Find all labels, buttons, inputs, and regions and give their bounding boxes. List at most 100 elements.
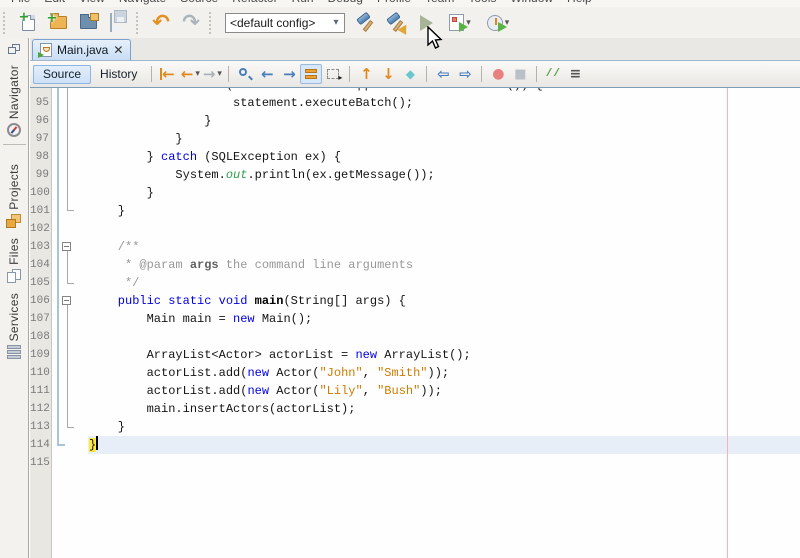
comment-button[interactable]: // <box>542 64 564 84</box>
sidebar-item-files[interactable]: Files <box>7 238 22 284</box>
code-line[interactable]: 105 */ <box>30 274 800 292</box>
start-macro-recording-button[interactable]: ● <box>487 64 509 84</box>
history-view-button[interactable]: History <box>91 65 146 84</box>
previous-bookmark-button[interactable]: ↑ <box>355 64 377 84</box>
find-next-button[interactable]: → <box>278 64 300 84</box>
stop-icon: ■ <box>514 67 526 82</box>
code-line[interactable]: 114} <box>30 436 800 454</box>
sidebar-item-services[interactable]: Services <box>7 293 21 359</box>
code-line[interactable]: 111 actorList.add(new Actor("Lily", "Bus… <box>30 382 800 400</box>
find-selection-button[interactable] <box>234 64 256 84</box>
new-project-button[interactable]: + <box>44 10 72 36</box>
build-project-button[interactable] <box>352 10 380 36</box>
shift-line-right-button[interactable]: ⇨︎ <box>454 64 476 84</box>
code-text: actorList.add(new Actor("Lily", "Bush"))… <box>89 382 800 400</box>
new-file-button[interactable]: + <box>14 10 42 36</box>
menu-bar-clipped[interactable]: FileEditViewNavigateSourceRefactorRunDeb… <box>0 0 800 7</box>
find-previous-button[interactable]: ← <box>256 64 278 84</box>
forward-arrow-icon: → <box>203 67 216 82</box>
toggle-bookmark-button[interactable]: ◆ <box>399 64 421 84</box>
clean-build-button[interactable] <box>382 10 410 36</box>
code-line[interactable]: 115 <box>30 454 800 472</box>
fold-collapse-icon[interactable]: − <box>62 296 71 305</box>
java-file-icon <box>40 43 52 57</box>
text-caret <box>96 436 98 450</box>
line-number: 109 <box>30 346 53 364</box>
profile-icon <box>487 15 503 31</box>
profile-project-button[interactable]: ▾ <box>480 10 516 36</box>
code-line[interactable]: 97 } <box>30 130 800 148</box>
code-text: /** <box>89 238 800 256</box>
sidebar-item-navigator[interactable]: Navigator <box>7 65 21 137</box>
config-combobox-value: <default config> <box>226 16 328 30</box>
code-line[interactable]: 101 } <box>30 202 800 220</box>
find-next-icon: → <box>283 67 296 82</box>
redo-button[interactable]: ↷ <box>177 10 205 36</box>
dock-window-icon[interactable] <box>8 151 20 162</box>
sidebar-item-label: Projects <box>7 164 21 210</box>
toolbar-grip[interactable] <box>3 12 8 34</box>
uncomment-button[interactable]: ≡ <box>564 64 586 84</box>
debug-project-button[interactable]: ▾ <box>442 10 478 36</box>
toggle-rectangular-selection-button[interactable]: ▸ <box>322 64 344 84</box>
line-number: 104 <box>30 256 53 274</box>
shift-left-icon: ⇦︎ <box>437 67 450 82</box>
line-number: 96 <box>30 112 53 130</box>
main-toolbar: + + ↶ ↷ <default config> ▾ <box>0 7 800 38</box>
code-line[interactable]: 99 System.out.println(ex.getMessage()); <box>30 166 800 184</box>
code-line[interactable]: 113 } <box>30 418 800 436</box>
stop-macro-recording-button[interactable]: ■ <box>509 64 531 84</box>
redo-icon: ↷ <box>182 12 200 33</box>
sidebar-separator <box>3 144 26 145</box>
save-all-button[interactable] <box>104 10 132 36</box>
code-line[interactable]: 106− public static void main(String[] ar… <box>30 292 800 310</box>
line-number: 102 <box>30 220 53 238</box>
line-number: 112 <box>30 400 53 418</box>
source-view-button[interactable]: Source <box>33 65 91 84</box>
code-text <box>89 220 800 238</box>
config-combobox[interactable]: <default config> ▾ <box>225 13 345 33</box>
code-line[interactable]: 104 * @param args the command line argum… <box>30 256 800 274</box>
brace-scope-guide-foot <box>57 444 65 446</box>
code-line[interactable]: 98 } catch (SQLException ex) { <box>30 148 800 166</box>
line-number: 114 <box>30 436 53 454</box>
code-line[interactable]: 102 <box>30 220 800 238</box>
code-line[interactable]: 95 statement.executeBatch(); <box>30 94 800 112</box>
open-project-button[interactable] <box>74 10 102 36</box>
sidebar-item-label: Navigator <box>7 65 21 119</box>
code-line[interactable]: 107 Main main = new Main(); <box>30 310 800 328</box>
line-number: 105 <box>30 274 53 292</box>
shift-line-left-button[interactable]: ⇦︎ <box>432 64 454 84</box>
toggle-highlight-search-button[interactable] <box>300 64 322 84</box>
tab-main-java[interactable]: Main.java ✕ <box>32 39 131 60</box>
code-line[interactable]: 108 <box>30 328 800 346</box>
line-number: 106 <box>30 292 53 310</box>
next-bookmark-button[interactable]: ↓ <box>377 64 399 84</box>
code-text: } <box>89 130 800 148</box>
undo-icon: ↶ <box>152 12 170 33</box>
line-number: 97 <box>30 130 53 148</box>
code-text <box>89 328 800 346</box>
code-line[interactable]: 110 actorList.add(new Actor("John", "Smi… <box>30 364 800 382</box>
toolbar-grip[interactable] <box>136 12 141 34</box>
code-text: } <box>89 436 800 454</box>
code-line[interactable]: 103− /** <box>30 238 800 256</box>
sidebar-item-projects[interactable]: Projects <box>6 164 22 229</box>
chevron-down-icon: ▾ <box>328 17 344 28</box>
last-edit-location-button[interactable]: ← <box>157 64 179 84</box>
code-text: } <box>89 418 800 436</box>
code-line[interactable]: 112 main.insertActors(actorList); <box>30 400 800 418</box>
code-line[interactable]: 96 } <box>30 112 800 130</box>
code-line[interactable]: 109 ArrayList<Actor> actorList = new Arr… <box>30 346 800 364</box>
close-icon[interactable]: ✕ <box>113 44 123 56</box>
toolbar-grip[interactable] <box>209 12 214 34</box>
dock-window-icon[interactable] <box>8 44 20 55</box>
code-line[interactable]: 100 } <box>30 184 800 202</box>
fold-collapse-icon[interactable]: − <box>62 242 71 251</box>
undo-button[interactable]: ↶ <box>147 10 175 36</box>
code-editor[interactable]: 94 if (count % 100 == 0 || count == list… <box>30 88 800 558</box>
jump-forward-button[interactable]: →▾ <box>201 64 223 84</box>
clean-build-icon <box>385 12 407 34</box>
files-icon <box>7 269 22 284</box>
jump-back-button[interactable]: ←▾ <box>179 64 201 84</box>
